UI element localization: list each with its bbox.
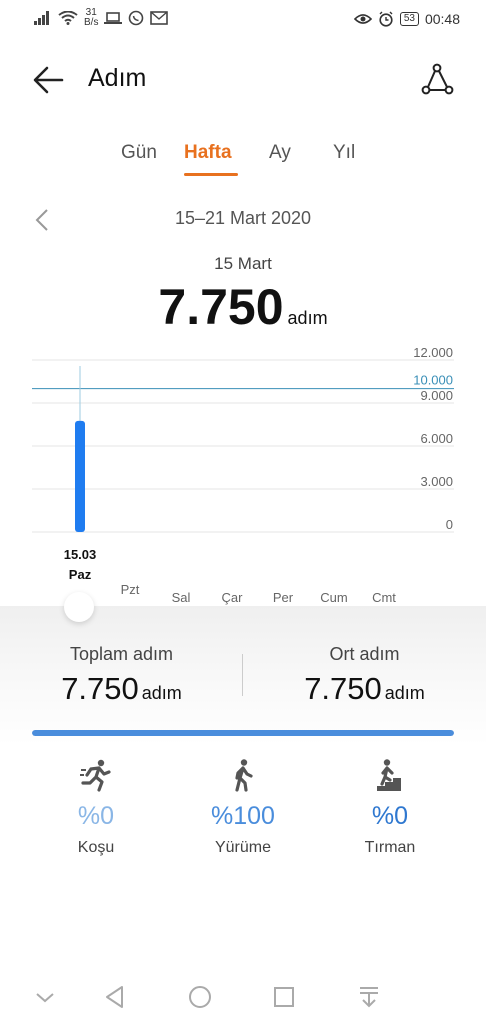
activity-running: %0 Koşu	[41, 758, 151, 857]
network-speed: 31 B/s	[84, 7, 99, 28]
bar	[75, 420, 85, 532]
arrow-left-icon[interactable]	[32, 64, 66, 96]
status-bar: 31 B/s 53 00:48	[0, 0, 486, 40]
clock: 00:48	[424, 11, 460, 27]
walking-label: Yürüme	[214, 839, 272, 856]
wifi-icon	[58, 11, 78, 25]
running-icon	[80, 759, 111, 792]
download-icon[interactable]	[356, 984, 382, 1010]
running-label: Koşu	[77, 839, 115, 856]
climbing-icon	[377, 759, 401, 791]
chevron-down-icon[interactable]	[32, 984, 58, 1010]
selected-steps: 7.750	[158, 279, 284, 335]
total-steps-value: 7.750	[61, 671, 139, 706]
recents-square-icon[interactable]	[271, 984, 297, 1010]
signal-icon	[34, 11, 49, 25]
activity-climbing: %0 Tırman	[335, 758, 445, 857]
battery-indicator: 53	[399, 12, 419, 26]
tab-day[interactable]: Gün	[121, 142, 157, 164]
y-tick-label: 0	[446, 517, 453, 532]
selected-day-date: 15.03	[64, 547, 97, 562]
tab-week[interactable]: Hafta	[184, 142, 232, 164]
laptop-icon	[104, 11, 123, 24]
x-tick-label: Sal	[172, 590, 191, 605]
active-tab-indicator	[184, 173, 238, 176]
goal-label: 10.000	[413, 373, 453, 388]
activity-walking: %100 Yürüme	[188, 758, 298, 857]
chevron-left-icon[interactable]	[34, 208, 50, 232]
average-steps: Ort adım 7.750 adım	[243, 644, 486, 707]
back-triangle-icon[interactable]	[102, 984, 128, 1010]
total-steps: Toplam adım 7.750 adım	[0, 644, 243, 707]
average-steps-label: Ort adım	[329, 644, 400, 664]
walking-percent: %100	[211, 802, 275, 830]
activity-progress-fill	[32, 730, 454, 736]
y-tick-label: 12.000	[413, 345, 453, 360]
climbing-label: Tırman	[364, 839, 416, 856]
walking-icon	[235, 759, 253, 792]
period-tabs: Gün Hafta Ay Yıl	[0, 142, 486, 182]
page-title: Adım	[88, 64, 147, 92]
weekly-steps-chart[interactable]: 12.000 9.000 6.000 3.000 0 10.000 15.03 Paz Pzt S…	[0, 340, 486, 610]
x-tick-label: Cmt	[372, 590, 396, 605]
y-tick-label: 6.000	[420, 431, 453, 446]
chart-scroll-handle[interactable]	[64, 592, 94, 622]
share-icon[interactable]	[420, 62, 454, 96]
total-steps-label: Toplam adım	[69, 644, 174, 664]
system-nav-bar	[0, 970, 486, 1024]
x-tick-label: Paz	[69, 567, 92, 582]
selected-value: 7.750 adım	[0, 278, 486, 336]
x-tick-label: Çar	[222, 590, 244, 605]
home-circle-icon[interactable]	[187, 984, 213, 1010]
average-steps-value: 7.750	[304, 671, 382, 706]
alarm-icon	[379, 11, 393, 27]
running-percent: %0	[77, 802, 115, 830]
whatsapp-icon	[129, 10, 144, 26]
x-tick-label: Per	[273, 590, 294, 605]
date-range-row: 15–21 Mart 2020	[0, 206, 486, 236]
message-icon	[150, 11, 169, 25]
tab-year[interactable]: Yıl	[333, 142, 355, 164]
chart-canvas: 12.000 9.000 6.000 3.000 0 10.000 15.03 Paz Pzt S…	[32, 345, 454, 605]
date-range: 15–21 Mart 2020	[174, 208, 312, 228]
selected-date: 15 Mart	[214, 254, 272, 273]
eye-icon	[353, 14, 372, 24]
selected-unit: adım	[287, 308, 328, 328]
climbing-percent: %0	[371, 802, 409, 830]
activity-progress-bar	[32, 730, 454, 736]
x-tick-label: Cum	[320, 590, 347, 605]
total-steps-unit: adım	[141, 683, 182, 703]
tab-month[interactable]: Ay	[269, 142, 291, 164]
x-tick-label: Pzt	[121, 582, 140, 597]
app-header: Adım	[0, 52, 486, 108]
y-tick-label: 9.000	[420, 388, 453, 403]
average-steps-unit: adım	[384, 683, 425, 703]
y-tick-label: 3.000	[420, 474, 453, 489]
